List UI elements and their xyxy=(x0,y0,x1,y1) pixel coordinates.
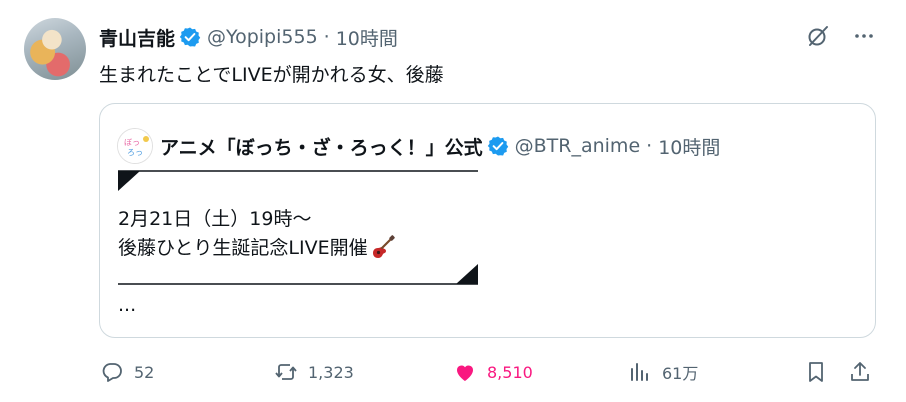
more-icon[interactable] xyxy=(852,24,876,48)
repost-button[interactable]: 1,323 xyxy=(274,356,354,388)
quoted-text-ellipsis: ... xyxy=(118,294,137,316)
quoted-text-line2-label: 後藤ひとり生誕記念LIVE開催 xyxy=(118,237,368,259)
repost-count: 1,323 xyxy=(308,362,354,382)
guitar-emoji-icon xyxy=(370,234,396,260)
tweet[interactable]: 青山吉能 @Yopipi555 · 10時間 生まれたことでLIVEが開かれる女 xyxy=(0,0,906,402)
verified-badge-icon xyxy=(487,135,509,157)
reply-icon xyxy=(100,360,124,384)
separator-dot: · xyxy=(646,135,653,157)
bookmark-button[interactable] xyxy=(804,356,828,388)
share-button[interactable] xyxy=(848,356,872,388)
reply-count: 52 xyxy=(134,362,155,382)
quoted-text-line2: 後藤ひとり生誕記念LIVE開催 xyxy=(118,233,396,260)
author-avatar[interactable] xyxy=(24,18,86,80)
tweet-header: 青山吉能 @Yopipi555 · 10時間 xyxy=(99,22,398,52)
bookmark-icon xyxy=(804,360,828,384)
share-icon xyxy=(848,360,872,384)
svg-text:ぼっ: ぼっ xyxy=(124,138,140,147)
like-button[interactable]: 8,510 xyxy=(453,356,533,388)
views-button[interactable]: 61万 xyxy=(628,356,698,388)
decorative-rule-bottom xyxy=(118,262,478,286)
svg-text:ろっ: ろっ xyxy=(127,148,143,157)
separator-dot: · xyxy=(323,26,330,48)
tweet-timestamp[interactable]: 10時間 xyxy=(336,24,398,51)
quoted-handle: @BTR_anime xyxy=(514,135,641,157)
views-icon xyxy=(628,360,652,384)
verified-badge-icon xyxy=(179,26,201,48)
quoted-text-line1: 2月21日（土）19時～ xyxy=(118,208,312,230)
like-count: 8,510 xyxy=(487,362,533,382)
grok-icon[interactable] xyxy=(806,24,830,48)
tweet-text: 生まれたことでLIVEが開かれる女、後藤 xyxy=(99,64,444,86)
repost-icon xyxy=(274,360,298,384)
tweet-actions: 52 1,323 8,510 61万 xyxy=(0,356,906,388)
reply-button[interactable]: 52 xyxy=(100,356,154,388)
views-count: 61万 xyxy=(662,364,699,383)
author-display-name[interactable]: 青山吉能 xyxy=(99,24,175,51)
quoted-display-name: アニメ「ぼっち・ざ・ろっく！」公式 xyxy=(160,136,483,159)
tweet-top-actions xyxy=(806,24,876,48)
quoted-author-avatar[interactable]: ぼっ ろっ xyxy=(117,128,153,164)
quoted-header: アニメ「ぼっち・ざ・ろっく！」公式 @BTR_anime · 10時間 xyxy=(160,128,720,164)
decorative-rule-top xyxy=(118,169,478,193)
author-handle[interactable]: @Yopipi555 xyxy=(207,26,318,48)
like-icon xyxy=(453,360,477,384)
quoted-timestamp: 10時間 xyxy=(658,136,721,159)
quoted-tweet[interactable]: ぼっ ろっ アニメ「ぼっち・ざ・ろっく！」公式 @BTR_anime · 10時… xyxy=(99,103,876,338)
